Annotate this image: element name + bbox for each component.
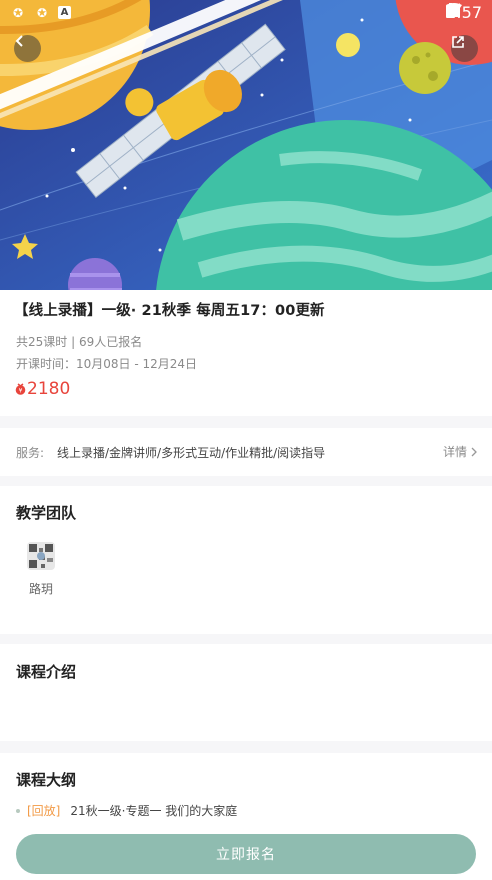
course-price: 2180 <box>27 379 71 399</box>
app-notification-icon: ✪ <box>12 6 24 20</box>
space-illustration <box>0 0 492 290</box>
course-banner: ✪ ✪ A 4:57 <box>0 0 492 290</box>
share-icon <box>452 36 464 48</box>
teacher-card[interactable]: 路玥 <box>24 542 58 597</box>
status-bar: ✪ ✪ A 4:57 <box>0 0 492 26</box>
bullet-dot <box>16 808 20 813</box>
back-button[interactable] <box>14 35 41 62</box>
service-row[interactable]: 服务: 线上录播/金牌讲师/多形式互动/作业精批/阅读指导 详情 <box>0 428 492 476</box>
teacher-avatar <box>27 542 55 570</box>
course-outline-title: 课程大纲 <box>16 771 77 789</box>
price-row: ¥ 2180 <box>15 379 70 399</box>
svg-text:¥: ¥ <box>19 388 23 395</box>
course-meta: 共25课时 | 69人已报名 <box>16 335 143 349</box>
app-notification-icon: ✪ <box>36 6 48 20</box>
share-button[interactable] <box>451 35 478 62</box>
course-dates: 开课时间：10月08日 - 12月24日 <box>16 357 198 371</box>
chevron-right-icon <box>471 447 477 456</box>
teacher-name: 路玥 <box>28 582 53 596</box>
teaching-team-section: 教学团队 路玥 <box>0 486 492 634</box>
enroll-button[interactable]: 立即报名 <box>16 834 476 874</box>
service-detail-link[interactable]: 详情 <box>443 443 478 460</box>
outline-item[interactable]: [回放] 21秋一级·专题一 我们的大家庭 <box>16 802 237 819</box>
font-app-icon: A <box>58 6 71 19</box>
outline-text: 21秋一级·专题一 我们的大家庭 <box>70 804 238 818</box>
service-detail-label: 详情 <box>442 445 467 459</box>
section-divider <box>0 476 492 486</box>
service-content: 线上录播/金牌讲师/多形式互动/作业精批/阅读指导 <box>57 446 326 460</box>
coin-icon: ¥ <box>15 383 26 395</box>
service-label: 服务: <box>16 446 45 460</box>
section-divider <box>0 416 492 428</box>
course-intro-section: 课程介绍 <box>0 644 492 741</box>
battery-icon <box>446 3 456 18</box>
course-title: 【线上录播】一级· 21秋季 每周五17：00更新 <box>14 303 325 319</box>
teaching-team-title: 教学团队 <box>16 504 77 522</box>
course-intro-title: 课程介绍 <box>16 663 77 681</box>
section-divider <box>0 634 492 644</box>
course-info: 【线上录播】一级· 21秋季 每周五17：00更新 共25课时 | 69人已报名… <box>0 290 492 416</box>
outline-tag: [回放] <box>27 804 61 818</box>
section-divider <box>0 741 492 753</box>
back-arrow-icon <box>15 35 23 47</box>
